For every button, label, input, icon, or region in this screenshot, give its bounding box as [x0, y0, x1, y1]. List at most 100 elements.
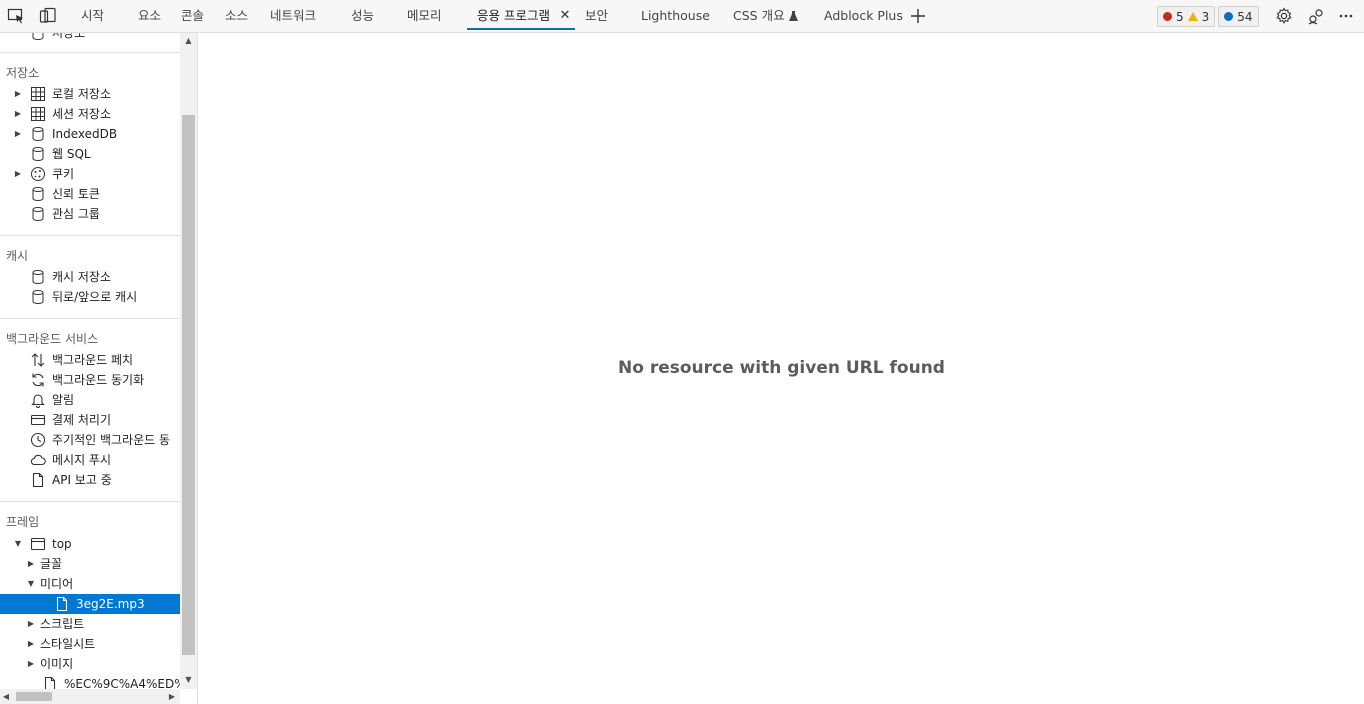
sidebar-item-background-fetch[interactable]: 백그라운드 페치	[0, 350, 180, 370]
warning-icon	[1187, 12, 1198, 21]
database-icon	[32, 270, 44, 284]
sidebar-item-label: 스타일시트	[40, 637, 96, 651]
sidebar-item-indexeddb[interactable]: ▶ IndexedDB	[0, 124, 180, 144]
sidebar-item-fonts[interactable]: ▶ 글꼴	[0, 554, 180, 574]
database-icon	[32, 33, 44, 40]
sidebar-item-label: 저장소	[52, 33, 86, 40]
expand-arrow-icon[interactable]: ▶	[26, 634, 36, 654]
expand-arrow-icon[interactable]: ▶	[26, 614, 36, 634]
sidebar-item-stylesheets[interactable]: ▶ 스타일시트	[0, 634, 180, 654]
sidebar-item-payment-handler[interactable]: 결제 처리기	[0, 410, 180, 430]
tab-adblock-plus[interactable]: Adblock Plus	[824, 0, 903, 32]
up-down-arrows-icon	[31, 353, 45, 367]
sidebar-item-cookies[interactable]: ▶ 쿠키	[0, 164, 180, 184]
section-divider	[0, 52, 180, 53]
tab-console[interactable]: 콘솔	[181, 0, 204, 32]
sidebar-item-periodic-background-sync[interactable]: 주기적인 백그라운드 동	[0, 430, 180, 450]
sidebar-item-push-messaging[interactable]: 메시지 푸시	[0, 450, 180, 470]
cookie-icon	[31, 167, 45, 181]
scroll-up-arrow-icon[interactable]: ▲	[182, 35, 195, 47]
expand-arrow-icon[interactable]: ▶	[13, 164, 23, 184]
credit-card-icon	[30, 414, 46, 426]
message-count: 54	[1237, 9, 1253, 24]
sidebar-item-notifications[interactable]: 알림	[0, 390, 180, 410]
sidebar-item-scripts[interactable]: ▶ 스크립트	[0, 614, 180, 634]
sidebar-item-images[interactable]: ▶ 이미지	[0, 654, 180, 674]
cloud-icon	[30, 454, 46, 466]
sidebar-item-label: top	[52, 537, 72, 551]
clock-icon	[30, 432, 46, 448]
message-counter[interactable]: 54	[1218, 6, 1259, 27]
sidebar-item-trust-tokens[interactable]: 신뢰 토큰	[0, 184, 180, 204]
inspect-element-icon[interactable]	[6, 6, 26, 26]
tab-memory[interactable]: 메모리	[407, 0, 442, 32]
error-warning-counter[interactable]: 5 3	[1157, 6, 1216, 27]
close-tab-icon[interactable]: ✕	[559, 9, 571, 23]
expand-arrow-icon[interactable]: ▶	[26, 554, 36, 574]
expand-arrow-icon[interactable]: ▶	[13, 104, 23, 124]
expand-arrow-icon[interactable]: ▶	[13, 124, 23, 144]
sidebar-item-label: IndexedDB	[52, 127, 118, 141]
sidebar-item-label: 쿠키	[52, 167, 75, 181]
collapse-arrow-icon[interactable]: ▼	[13, 534, 23, 554]
tab-css-overview-label: CSS 개요	[733, 8, 785, 23]
tab-lighthouse[interactable]: Lighthouse	[641, 0, 710, 32]
tab-css-overview[interactable]: CSS 개요	[733, 0, 798, 32]
sidebar-item-media[interactable]: ▼ 미디어	[0, 574, 180, 594]
collapse-arrow-icon[interactable]: ▼	[26, 574, 36, 594]
sidebar-item-frame-top[interactable]: ▼ top	[0, 534, 180, 554]
sidebar-item-local-storage[interactable]: ▶ 로컬 저장소	[0, 84, 180, 104]
tab-welcome[interactable]: 시작	[81, 0, 104, 32]
more-tools-plus-icon[interactable]	[908, 6, 928, 26]
grid-icon	[31, 107, 45, 121]
sidebar-item-back-forward-cache[interactable]: 뒤로/앞으로 캐시	[0, 287, 180, 307]
sidebar-item-reporting-api[interactable]: API 보고 중	[0, 470, 180, 490]
section-divider	[0, 501, 180, 502]
sidebar-item-label: 글꼴	[40, 557, 63, 571]
section-header-storage: 저장소	[6, 66, 40, 80]
scrollbar-thumb[interactable]	[182, 115, 195, 655]
sidebar-item-interest-groups[interactable]: 관심 그룹	[0, 204, 180, 224]
sidebar-horizontal-scrollbar[interactable]: ◀ ▶	[0, 689, 180, 704]
scroll-right-arrow-icon[interactable]: ▶	[166, 689, 178, 704]
tab-network[interactable]: 네트워크	[270, 0, 316, 32]
sidebar-item-web-sql[interactable]: 웹 SQL	[0, 144, 180, 164]
sidebar-item-media-file[interactable]: 3eg2E.mp3	[0, 594, 180, 614]
sidebar-item-label: 결제 처리기	[52, 413, 112, 427]
sidebar-item-label: 메시지 푸시	[52, 453, 112, 467]
warning-count: 3	[1201, 9, 1210, 24]
tab-security[interactable]: 보안	[585, 0, 608, 32]
settings-gear-icon[interactable]	[1274, 6, 1294, 26]
tab-elements[interactable]: 요소	[138, 0, 161, 32]
sidebar-item-label: 백그라운드 페치	[52, 353, 134, 367]
sync-icon	[32, 373, 44, 387]
sidebar-item-label: 캐시 저장소	[52, 270, 112, 284]
database-icon	[32, 147, 44, 161]
sidebar-item-storage-partial[interactable]: 저장소	[0, 33, 180, 43]
database-icon	[32, 207, 44, 221]
sidebar-item-background-sync[interactable]: 백그라운드 동기화	[0, 370, 180, 390]
tab-sources[interactable]: 소스	[225, 0, 248, 32]
expand-arrow-icon[interactable]: ▶	[13, 84, 23, 104]
sidebar-vertical-scrollbar[interactable]: ▲ ▼	[180, 33, 197, 689]
section-divider	[0, 318, 180, 319]
section-header-background-services: 백그라운드 서비스	[6, 332, 99, 346]
sidebar-item-session-storage[interactable]: ▶ 세션 저장소	[0, 104, 180, 124]
section-divider	[0, 235, 180, 236]
sidebar-item-label: 웹 SQL	[52, 147, 91, 161]
sidebar-item-label: 주기적인 백그라운드 동	[52, 433, 171, 447]
tab-performance[interactable]: 성능	[351, 0, 374, 32]
active-tab-indicator	[467, 28, 575, 30]
more-options-icon[interactable]	[1336, 6, 1356, 26]
error-icon	[1163, 12, 1172, 21]
sidebar-item-label: 로컬 저장소	[52, 87, 112, 101]
sidebar-item-label: 뒤로/앞으로 캐시	[52, 290, 138, 304]
sidebar-item-cache-storage[interactable]: 캐시 저장소	[0, 267, 180, 287]
issue-counters[interactable]: 5 3 54	[1157, 6, 1259, 28]
feedback-icon[interactable]	[1306, 6, 1326, 26]
scroll-down-arrow-icon[interactable]: ▼	[182, 674, 195, 686]
scrollbar-thumb[interactable]	[16, 692, 52, 701]
scroll-left-arrow-icon[interactable]: ◀	[0, 689, 12, 704]
device-emulation-icon[interactable]	[38, 6, 58, 26]
expand-arrow-icon[interactable]: ▶	[26, 654, 36, 674]
